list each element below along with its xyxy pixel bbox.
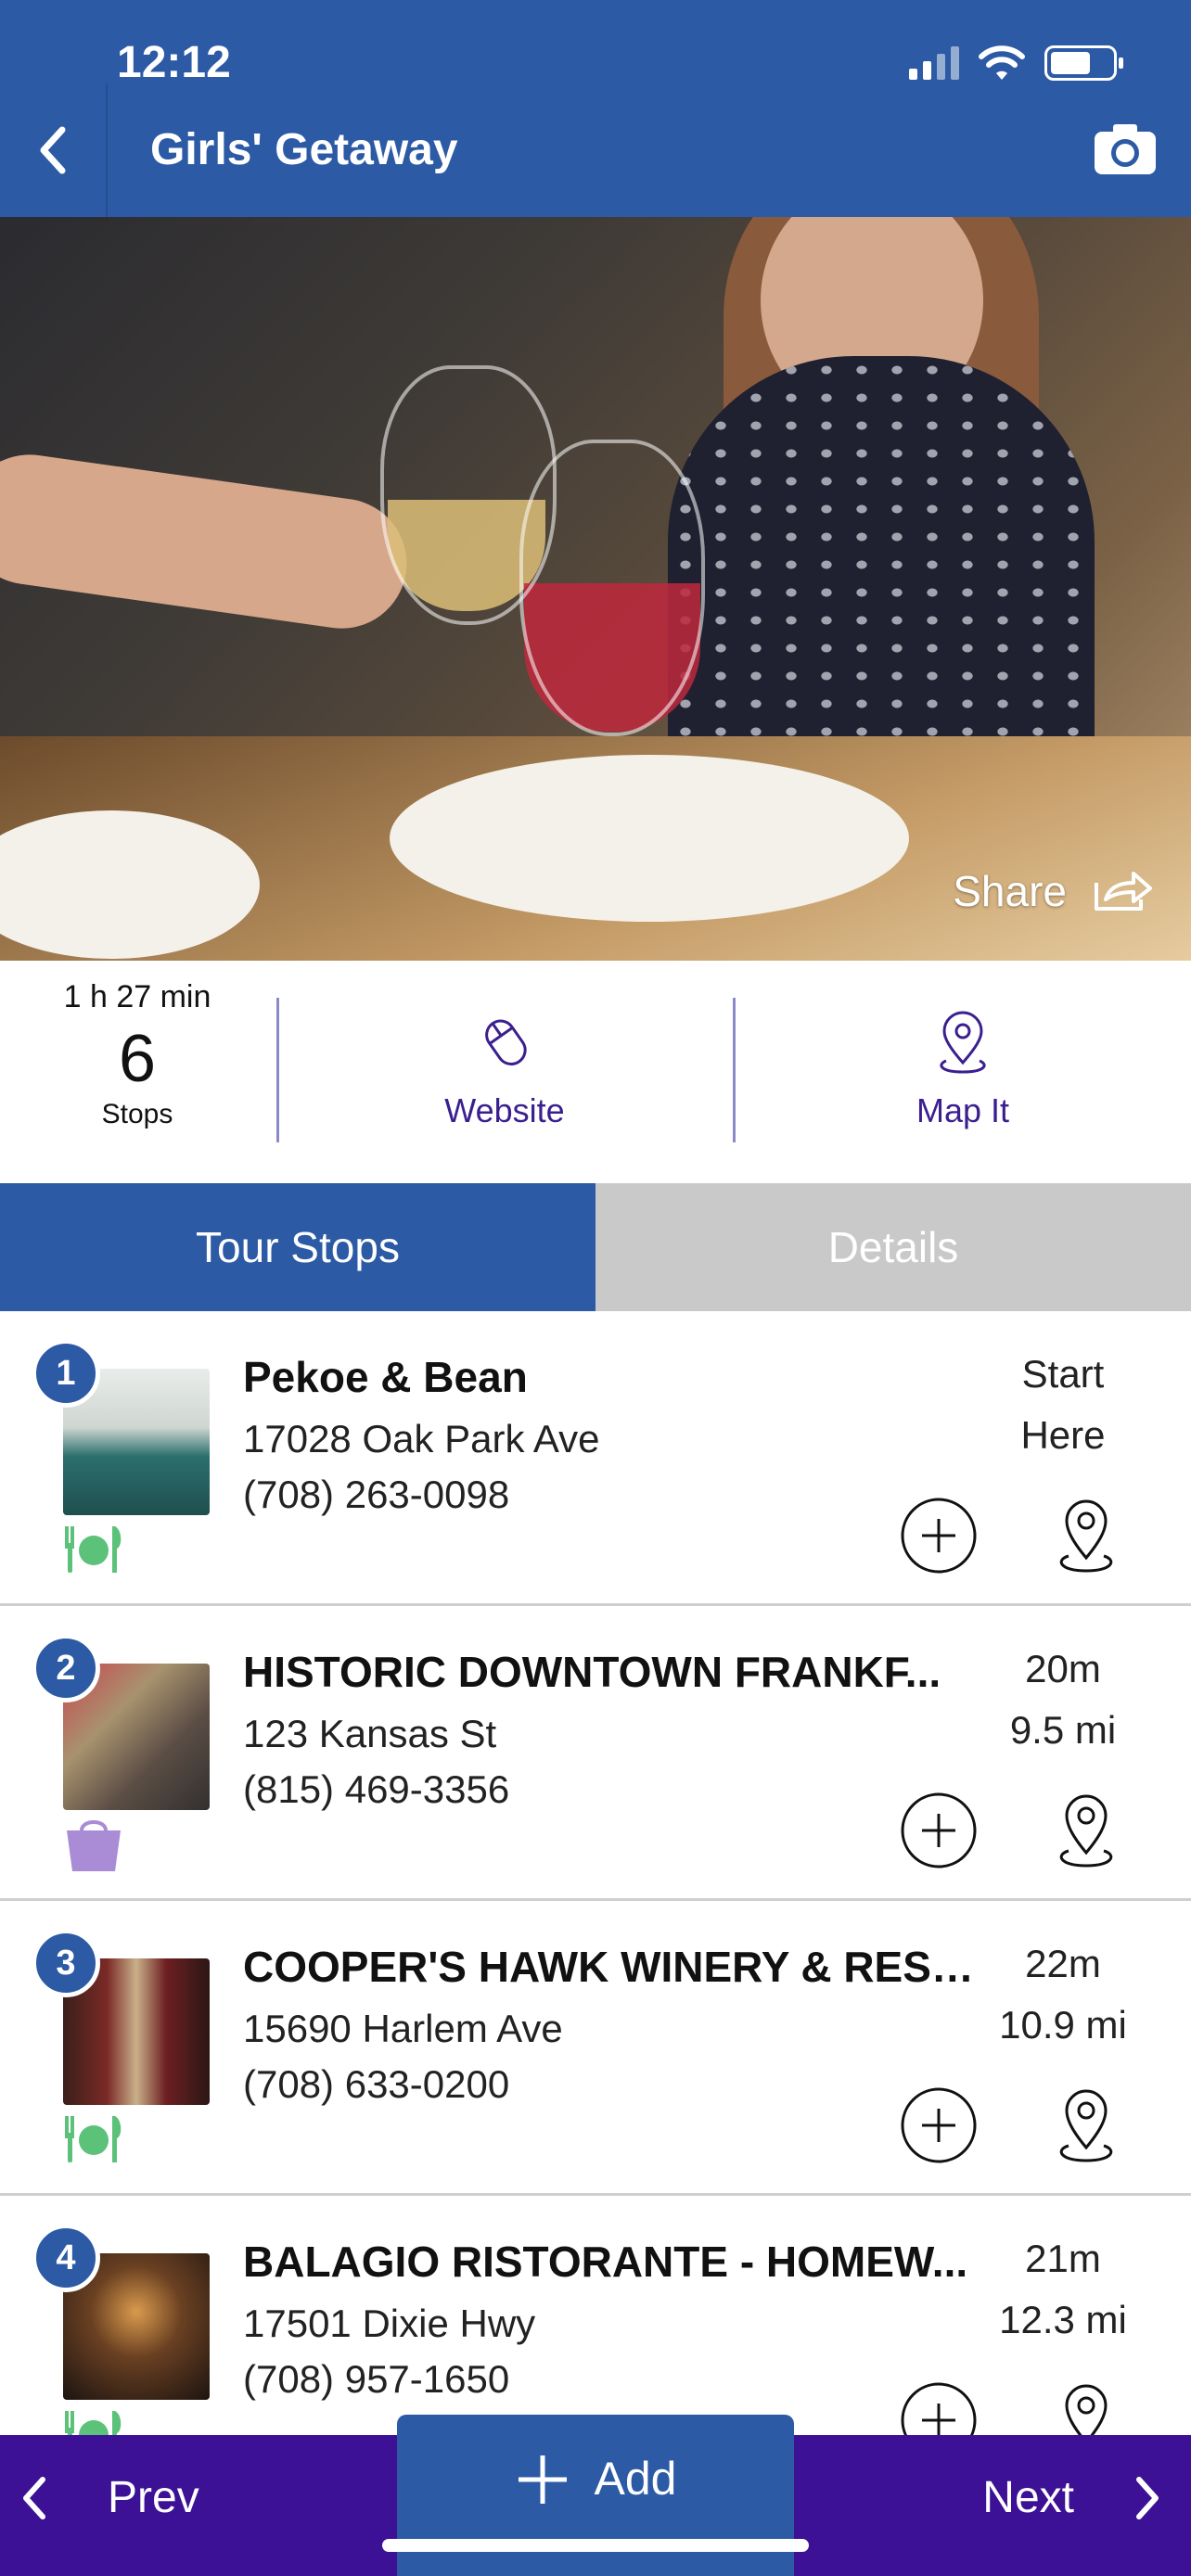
add-circle-icon[interactable] xyxy=(900,1792,978,1869)
stop-meta-primary: 22m xyxy=(1025,1942,1101,1985)
add-circle-icon[interactable] xyxy=(900,1497,978,1575)
stop-phone[interactable]: (815) 469-3356 xyxy=(243,1767,509,1812)
status-time: 12:12 xyxy=(117,38,231,87)
chevron-left-icon xyxy=(40,126,66,174)
map-pin-icon[interactable] xyxy=(1044,1788,1128,1871)
map-pin-icon xyxy=(940,1011,986,1074)
tour-summary: 1 h 27 min 6 Stops Website Map It xyxy=(0,961,1191,1183)
stop-address: 123 Kansas St xyxy=(243,1712,497,1755)
wifi-icon xyxy=(979,45,1025,80)
share-button[interactable]: Share xyxy=(953,866,1154,916)
stop-list-item[interactable]: 1 Pekoe & Bean 17028 Oak Park Ave (708) … xyxy=(0,1311,1191,1606)
back-button[interactable] xyxy=(0,83,108,217)
stop-name: BALAGIO RISTORANTE - HOMEW... xyxy=(243,2238,968,2286)
stop-meta-secondary: 12.3 mi xyxy=(999,2298,1127,2341)
add-circle-icon[interactable] xyxy=(900,2086,978,2164)
share-icon xyxy=(1095,872,1152,911)
prev-button[interactable]: Prev xyxy=(19,2472,199,2523)
stop-meta-primary: 20m xyxy=(1025,1647,1101,1690)
stop-number-badge: 4 xyxy=(32,2224,100,2292)
prev-label: Prev xyxy=(108,2473,199,2522)
tour-duration: 1 h 27 min xyxy=(63,979,211,1014)
divider xyxy=(733,998,736,1142)
share-label: Share xyxy=(953,867,1067,915)
plus-icon xyxy=(518,2455,567,2504)
hero-arm xyxy=(0,446,416,637)
stop-meta-primary: 21m xyxy=(1025,2237,1101,2280)
cellular-signal-icon xyxy=(909,46,959,80)
page-title: Girls' Getaway xyxy=(150,125,458,174)
next-label: Next xyxy=(982,2473,1074,2522)
stop-count: 6 xyxy=(118,1022,157,1096)
chevron-left-icon xyxy=(23,2476,45,2519)
status-bar: 12:12 xyxy=(0,0,1191,87)
map-it-button[interactable]: Map It xyxy=(824,1007,1102,1130)
mouse-icon xyxy=(485,1019,527,1065)
battery-icon xyxy=(1044,45,1123,81)
stop-list: 1 Pekoe & Bean 17028 Oak Park Ave (708) … xyxy=(0,1311,1191,2491)
stop-number-badge: 3 xyxy=(32,1929,100,1997)
website-label: Website xyxy=(444,1091,565,1129)
stop-address: 17028 Oak Park Ave xyxy=(243,1417,600,1460)
stop-meta-secondary: Here xyxy=(1020,1413,1106,1457)
map-pin-icon[interactable] xyxy=(1044,2083,1128,2166)
stop-list-item[interactable]: 2 HISTORIC DOWNTOWN FRANKF... 123 Kansas… xyxy=(0,1606,1191,1901)
hero-image: Share xyxy=(0,217,1191,961)
tab-tour-stops[interactable]: Tour Stops xyxy=(0,1183,596,1311)
chevron-right-icon xyxy=(1136,2476,1159,2519)
hero-glass-2 xyxy=(519,440,705,736)
stop-name: Pekoe & Bean xyxy=(243,1353,528,1401)
tab-bar: Tour Stops Details xyxy=(0,1183,1191,1311)
stop-address: 17501 Dixie Hwy xyxy=(243,2302,536,2345)
stop-meta-secondary: 10.9 mi xyxy=(999,2003,1127,2047)
website-button[interactable]: Website xyxy=(365,1007,644,1130)
stop-name: COOPER'S HAWK WINERY & REST... xyxy=(243,1943,985,1991)
stop-meta-primary: Start xyxy=(1021,1352,1105,1396)
tour-stats: 1 h 27 min 6 Stops xyxy=(0,979,275,1130)
home-indicator[interactable] xyxy=(382,2539,809,2552)
stop-phone[interactable]: (708) 263-0098 xyxy=(243,1473,509,1517)
divider xyxy=(276,998,279,1142)
shopping-bag-icon xyxy=(67,1820,121,1871)
stop-list-item[interactable]: 3 COOPER'S HAWK WINERY & REST... 15690 H… xyxy=(0,1901,1191,2196)
app-header: Girls' Getaway xyxy=(0,83,1191,217)
stop-number-badge: 1 xyxy=(32,1339,100,1408)
camera-icon[interactable] xyxy=(1093,121,1158,176)
dining-icon xyxy=(65,2116,122,2162)
map-it-label: Map It xyxy=(916,1091,1010,1129)
stop-address: 15690 Harlem Ave xyxy=(243,2007,563,2050)
stop-phone[interactable]: (708) 957-1650 xyxy=(243,2357,509,2402)
stops-label: Stops xyxy=(101,1099,173,1129)
map-pin-icon[interactable] xyxy=(1044,1493,1128,1576)
next-button[interactable]: Next xyxy=(982,2472,1163,2523)
stop-number-badge: 2 xyxy=(32,1634,100,1702)
dining-icon xyxy=(65,1526,122,1573)
stop-meta-secondary: 9.5 mi xyxy=(1009,1708,1117,1752)
add-label: Add xyxy=(594,2453,677,2505)
stop-name: HISTORIC DOWNTOWN FRANKF... xyxy=(243,1648,941,1696)
tab-details[interactable]: Details xyxy=(596,1183,1191,1311)
stop-phone[interactable]: (708) 633-0200 xyxy=(243,2062,509,2107)
status-icons xyxy=(909,45,1123,82)
hero-plate-center xyxy=(390,755,909,922)
